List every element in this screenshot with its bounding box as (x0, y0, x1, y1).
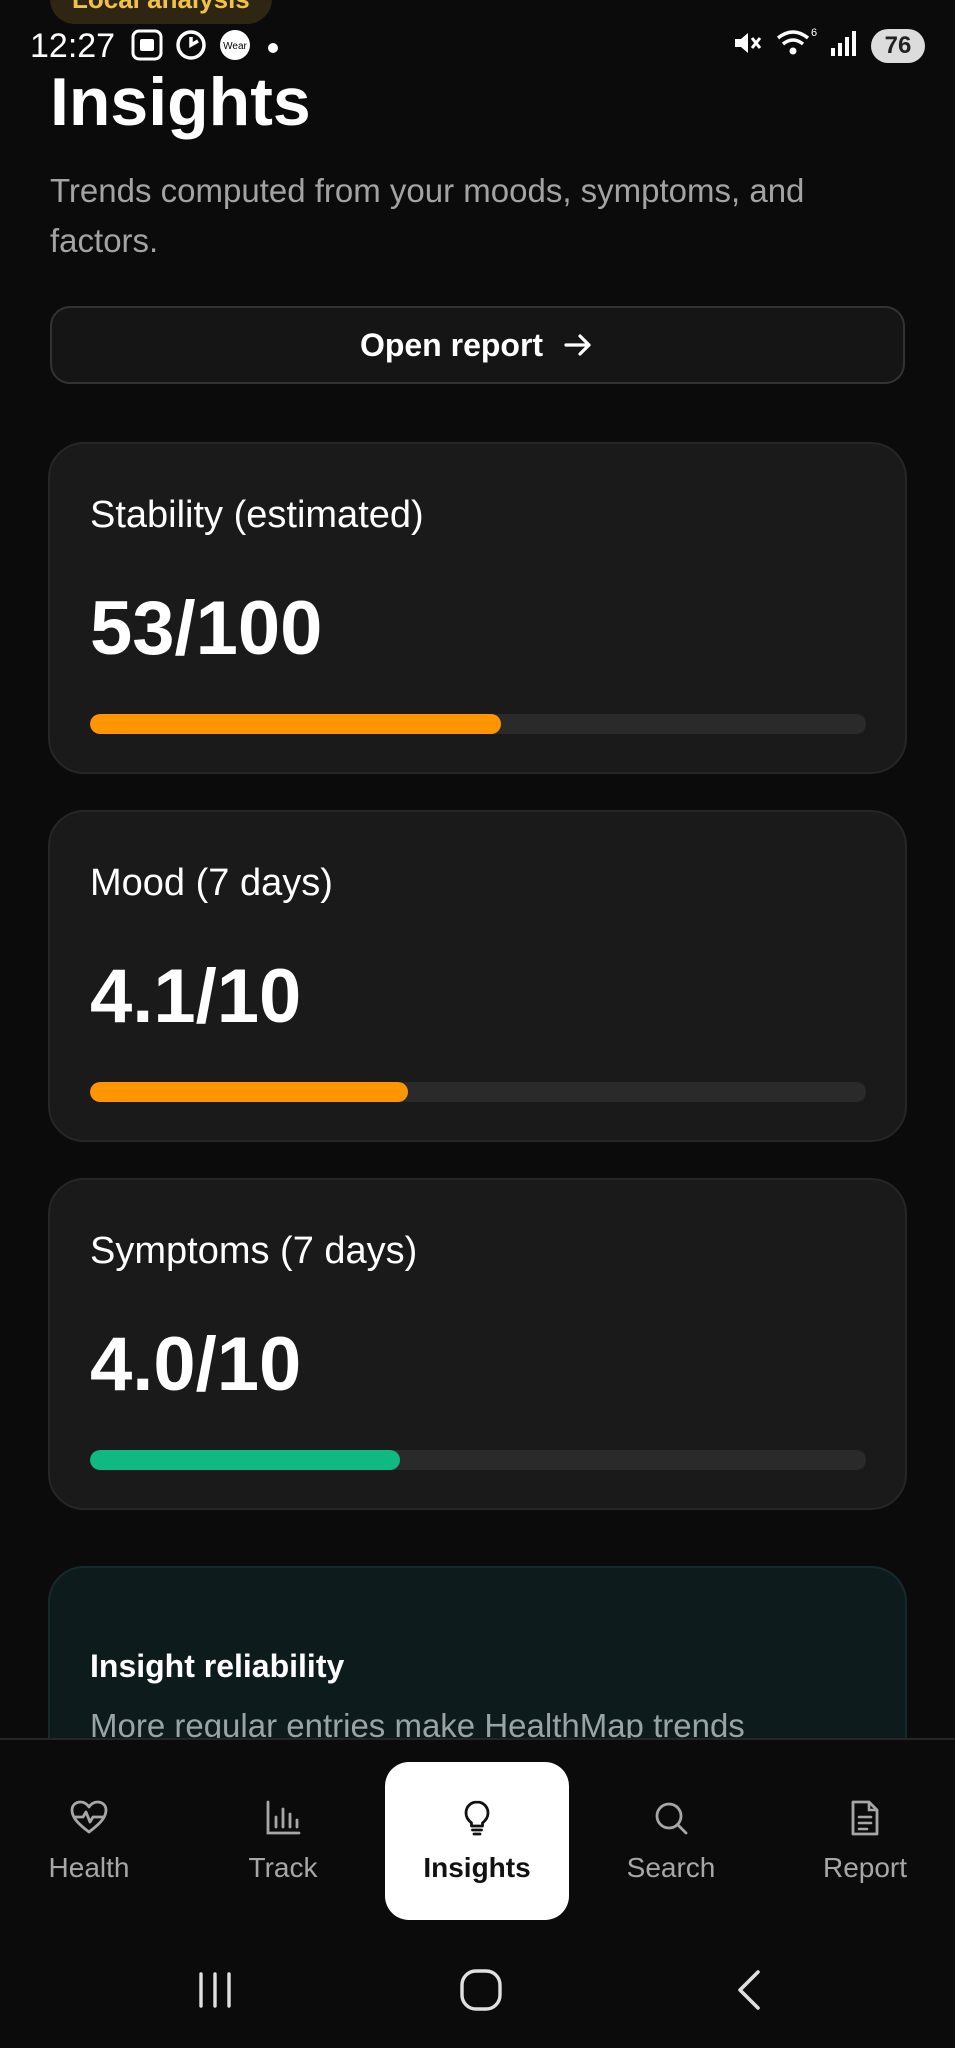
back-icon (738, 1970, 760, 2010)
status-time: 12:27 (30, 27, 116, 65)
nav-label-track: Track (248, 1852, 318, 1883)
symptoms-card: Symptoms (7 days) 4.0/10 (48, 1178, 907, 1510)
lightbulb-icon (464, 1800, 490, 1836)
cell-signal-icon (829, 28, 859, 63)
symptoms-progress-track (90, 1450, 866, 1470)
nav-label-health: Health (48, 1852, 130, 1883)
symptoms-label: Symptoms (7 days) (90, 1230, 418, 1272)
stability-value: 53/100 (90, 586, 323, 671)
system-navigation-bar (0, 1932, 955, 2048)
page-subtitle: Trends computed from your moods, symptom… (50, 172, 805, 259)
stability-label: Stability (estimated) (90, 494, 424, 536)
notification-dot (268, 42, 278, 53)
open-report-label: Open report (359, 326, 544, 363)
status-bar: Local analysis 12:27 Wear 6 76 (0, 0, 955, 92)
home-button[interactable] (441, 1962, 521, 2018)
open-report-button[interactable]: Open report (50, 306, 905, 384)
svg-text:Wear: Wear (223, 41, 247, 52)
mood-progress-track (90, 1082, 866, 1102)
nav-label-insights: Insights (423, 1852, 531, 1883)
home-icon (460, 1969, 502, 2011)
nav-label-report: Report (822, 1852, 908, 1883)
nav-item-track[interactable]: Track (191, 1762, 375, 1920)
symptoms-progress-fill (90, 1450, 401, 1470)
reliability-title: Insight reliability (90, 1648, 345, 1684)
mood-value: 4.1/10 (90, 954, 302, 1039)
nav-item-search[interactable]: Search (579, 1762, 763, 1920)
nav-item-health[interactable]: Health (0, 1762, 181, 1920)
mood-label: Mood (7 days) (90, 862, 333, 904)
nav-item-report[interactable]: Report (773, 1762, 955, 1920)
document-icon (851, 1800, 879, 1836)
battery-indicator: 76 (871, 28, 925, 63)
screenshot-icon (130, 28, 164, 67)
nav-label-search: Search (626, 1852, 716, 1883)
wear-icon: Wear (218, 28, 252, 67)
bottom-navigation: Health Track Insights Search Report (0, 1738, 955, 1932)
stability-progress-track (90, 714, 866, 734)
heart-pulse-icon (70, 1800, 108, 1834)
nav-item-insights[interactable]: Insights (385, 1762, 569, 1920)
sync-icon (174, 28, 208, 67)
search-icon (655, 1802, 688, 1835)
recent-apps-button[interactable] (175, 1962, 255, 2018)
arrow-right-icon (564, 334, 591, 356)
recent-apps-icon (199, 1972, 231, 2008)
mood-progress-fill (90, 1082, 409, 1102)
back-button[interactable] (710, 1962, 790, 2018)
local-analysis-pill: Local analysis (50, 0, 272, 24)
symptoms-value: 4.0/10 (90, 1322, 302, 1407)
mute-icon (731, 27, 763, 64)
bar-chart-icon (266, 1800, 301, 1835)
svg-text:6: 6 (811, 27, 817, 39)
mood-card: Mood (7 days) 4.1/10 (48, 810, 907, 1142)
status-icons-left: Wear (130, 28, 278, 67)
stability-card: Stability (estimated) 53/100 (48, 442, 907, 774)
wifi-icon: 6 (775, 26, 817, 65)
stability-progress-fill (90, 714, 502, 734)
status-icons-right: 6 76 (731, 26, 925, 65)
